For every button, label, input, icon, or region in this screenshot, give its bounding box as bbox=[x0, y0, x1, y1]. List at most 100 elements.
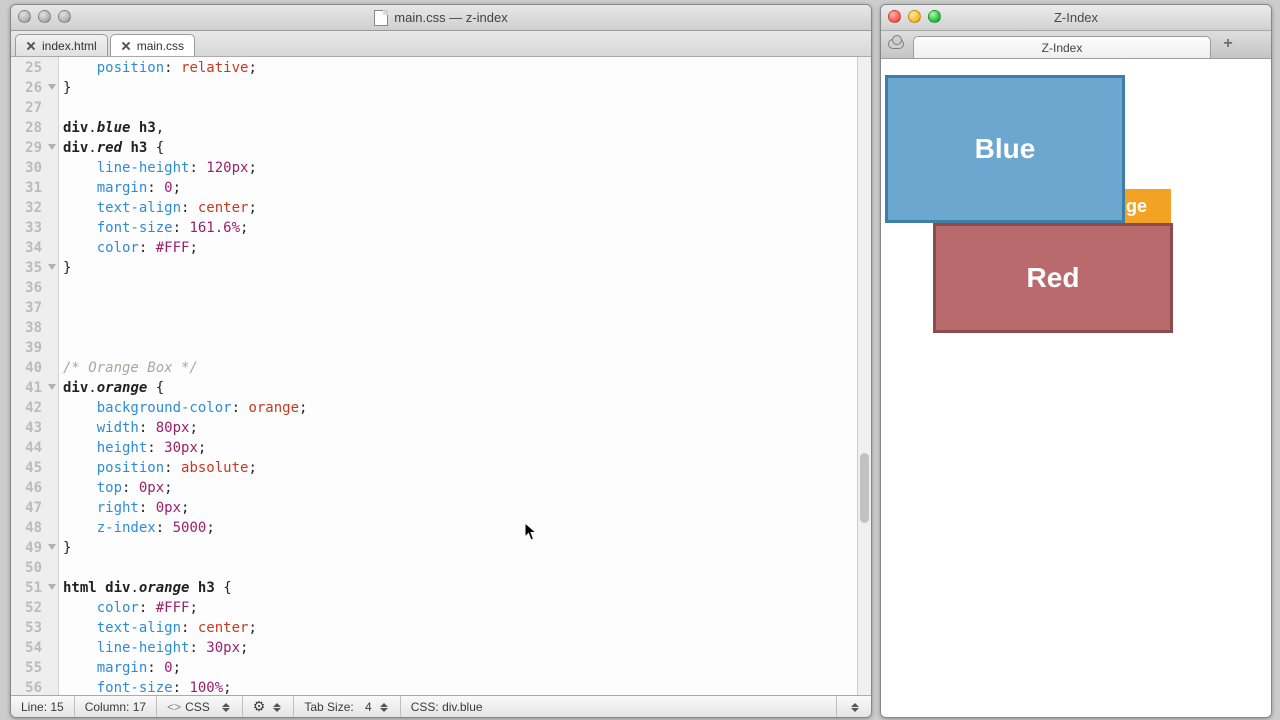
line-number: 54 bbox=[11, 638, 58, 658]
code-line[interactable]: font-size: 100%; bbox=[59, 678, 871, 695]
line-number: 37 bbox=[11, 298, 58, 318]
code-line[interactable]: font-size: 161.6%; bbox=[59, 218, 871, 238]
code-line[interactable] bbox=[59, 558, 871, 578]
line-number-gutter: 2526272829303132333435363738394041424344… bbox=[11, 57, 59, 695]
line-number: 52 bbox=[11, 598, 58, 618]
status-line[interactable]: Line: 15 bbox=[11, 696, 75, 717]
code-area[interactable]: position: relative;} div.blue h3,div.red … bbox=[59, 57, 871, 695]
line-number: 41 bbox=[11, 378, 58, 398]
line-number: 38 bbox=[11, 318, 58, 338]
code-line[interactable]: line-height: 30px; bbox=[59, 638, 871, 658]
line-number: 36 bbox=[11, 278, 58, 298]
editor-titlebar: main.css — z-index bbox=[11, 5, 871, 31]
zoom-window-icon[interactable] bbox=[58, 10, 71, 23]
code-line[interactable]: text-align: center; bbox=[59, 618, 871, 638]
line-number: 44 bbox=[11, 438, 58, 458]
editor-statusbar: Line: 15 Column: 17 <> CSS ⚙ Tab Size: 4… bbox=[11, 695, 871, 717]
line-number: 34 bbox=[11, 238, 58, 258]
status-settings[interactable]: ⚙ bbox=[243, 696, 295, 717]
line-number: 29 bbox=[11, 138, 58, 158]
minimize-window-icon[interactable] bbox=[908, 10, 921, 23]
editor-title: main.css — z-index bbox=[394, 10, 507, 25]
line-number: 49 bbox=[11, 538, 58, 558]
line-number: 55 bbox=[11, 658, 58, 678]
blue-box: Blue bbox=[885, 75, 1125, 223]
code-line[interactable]: margin: 0; bbox=[59, 178, 871, 198]
line-number: 26 bbox=[11, 78, 58, 98]
code-line[interactable] bbox=[59, 318, 871, 338]
code-line[interactable]: div.blue h3, bbox=[59, 118, 871, 138]
code-line[interactable]: height: 30px; bbox=[59, 438, 871, 458]
status-column[interactable]: Column: 17 bbox=[75, 696, 157, 717]
zoom-window-icon[interactable] bbox=[928, 10, 941, 23]
line-number: 32 bbox=[11, 198, 58, 218]
code-line[interactable]: background-color: orange; bbox=[59, 398, 871, 418]
minimize-window-icon[interactable] bbox=[38, 10, 51, 23]
line-number: 51 bbox=[11, 578, 58, 598]
line-number: 46 bbox=[11, 478, 58, 498]
editor-scrollbar[interactable] bbox=[857, 57, 871, 695]
code-line[interactable]: position: relative; bbox=[59, 58, 871, 78]
line-number: 25 bbox=[11, 58, 58, 78]
code-line[interactable]: color: #FFF; bbox=[59, 238, 871, 258]
line-number: 39 bbox=[11, 338, 58, 358]
code-line[interactable] bbox=[59, 278, 871, 298]
code-line[interactable]: position: absolute; bbox=[59, 458, 871, 478]
line-number: 40 bbox=[11, 358, 58, 378]
line-number: 27 bbox=[11, 98, 58, 118]
plus-icon: + bbox=[1223, 35, 1232, 53]
code-line[interactable]: z-index: 5000; bbox=[59, 518, 871, 538]
code-line[interactable]: } bbox=[59, 78, 871, 98]
close-icon[interactable] bbox=[121, 41, 131, 51]
new-tab-button[interactable]: + bbox=[1217, 33, 1239, 55]
line-number: 48 bbox=[11, 518, 58, 538]
code-line[interactable] bbox=[59, 98, 871, 118]
code-line[interactable]: } bbox=[59, 538, 871, 558]
line-number: 53 bbox=[11, 618, 58, 638]
code-line[interactable]: html div.orange h3 { bbox=[59, 578, 871, 598]
code-line[interactable] bbox=[59, 298, 871, 318]
editor-traffic-lights bbox=[18, 10, 71, 23]
line-number: 42 bbox=[11, 398, 58, 418]
browser-tabstrip: Z-Index + bbox=[881, 31, 1271, 59]
code-line[interactable]: right: 0px; bbox=[59, 498, 871, 518]
line-number: 45 bbox=[11, 458, 58, 478]
tab-overview-button[interactable] bbox=[1245, 33, 1267, 55]
code-line[interactable]: } bbox=[59, 258, 871, 278]
status-lang[interactable]: <> CSS bbox=[157, 696, 243, 717]
status-end[interactable] bbox=[837, 696, 871, 717]
line-number: 43 bbox=[11, 418, 58, 438]
code-line[interactable]: color: #FFF; bbox=[59, 598, 871, 618]
sidebar-toggle-icon[interactable] bbox=[885, 33, 907, 55]
code-line[interactable]: text-align: center; bbox=[59, 198, 871, 218]
close-window-icon[interactable] bbox=[18, 10, 31, 23]
code-line[interactable]: margin: 0; bbox=[59, 658, 871, 678]
code-line[interactable]: top: 0px; bbox=[59, 478, 871, 498]
tab-label: main.css bbox=[137, 39, 184, 53]
code-line[interactable] bbox=[59, 338, 871, 358]
editor-window: main.css — z-index index.html main.css 2… bbox=[10, 4, 872, 718]
code-line[interactable]: line-height: 120px; bbox=[59, 158, 871, 178]
line-number: 33 bbox=[11, 218, 58, 238]
red-box: Red bbox=[933, 223, 1173, 333]
tab-main-css[interactable]: main.css bbox=[110, 34, 195, 56]
status-tabsize[interactable]: Tab Size: 4 bbox=[294, 696, 400, 717]
code-line[interactable]: div.red h3 { bbox=[59, 138, 871, 158]
line-number: 47 bbox=[11, 498, 58, 518]
browser-titlebar: Z-Index bbox=[881, 5, 1271, 31]
code-line[interactable]: /* Orange Box */ bbox=[59, 358, 871, 378]
tab-index-html[interactable]: index.html bbox=[15, 34, 108, 56]
browser-window: Z-Index Z-Index + nge Red Blue bbox=[880, 4, 1272, 718]
close-icon[interactable] bbox=[26, 41, 36, 51]
line-number: 50 bbox=[11, 558, 58, 578]
scrollbar-thumb[interactable] bbox=[860, 453, 869, 523]
code-line[interactable]: width: 80px; bbox=[59, 418, 871, 438]
code-line[interactable]: div.orange { bbox=[59, 378, 871, 398]
close-window-icon[interactable] bbox=[888, 10, 901, 23]
browser-viewport: nge Red Blue bbox=[881, 59, 1271, 717]
editor-body: 2526272829303132333435363738394041424344… bbox=[11, 57, 871, 695]
line-number: 35 bbox=[11, 258, 58, 278]
line-number: 31 bbox=[11, 178, 58, 198]
status-scope[interactable]: CSS: div.blue bbox=[401, 696, 837, 717]
browser-tab[interactable]: Z-Index bbox=[913, 36, 1211, 58]
